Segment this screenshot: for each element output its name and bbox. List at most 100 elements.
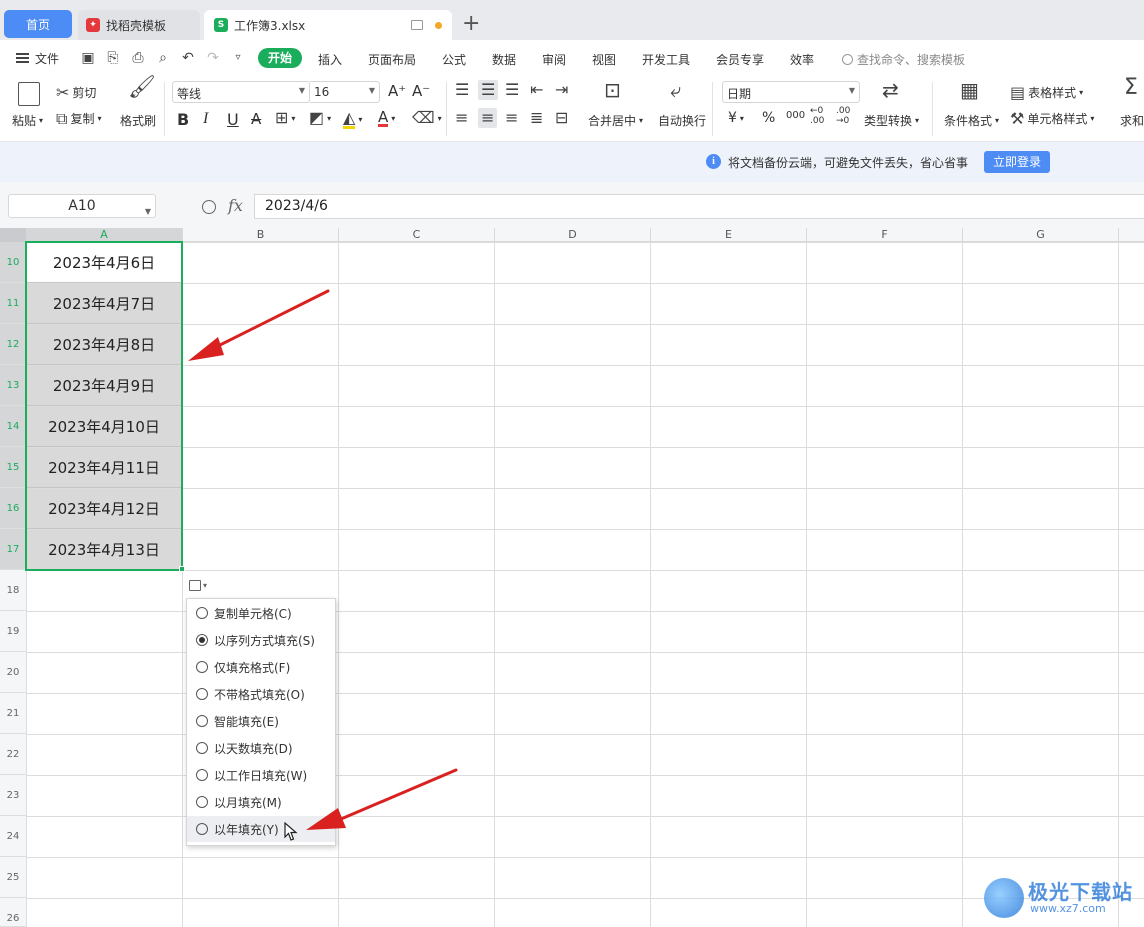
fill-handle[interactable] [179, 566, 185, 572]
merge-center-button[interactable]: 合并居中 ▾ [588, 112, 643, 129]
font-color-button[interactable]: A ▾ [378, 110, 395, 127]
menu-tab-page-layout[interactable]: 页面布局 [368, 51, 416, 68]
autofill-weekdays[interactable]: 以工作日填充(W) [187, 762, 335, 788]
cell-fill-pattern-button[interactable]: ◩ ▾ [309, 110, 331, 126]
file-menu[interactable]: 文件 [16, 50, 59, 67]
column-header-h[interactable] [1119, 228, 1144, 242]
cell-a17[interactable]: 2023年4月13日 [27, 530, 181, 570]
row-header[interactable]: 26 [0, 898, 26, 927]
column-header-a[interactable]: A [26, 228, 183, 242]
row-header[interactable]: 13 [0, 365, 26, 406]
autofill-options-button[interactable]: ▾ [186, 575, 216, 595]
align-left-button[interactable]: ≡ [455, 110, 468, 126]
export-icon[interactable]: ⎘ [105, 50, 121, 66]
formula-input[interactable]: 2023/4/6 [254, 194, 1144, 219]
align-bottom-button[interactable]: ☰ [505, 82, 519, 98]
name-box[interactable]: A10 ▼ [8, 194, 156, 218]
row-header[interactable]: 19 [0, 611, 26, 652]
row-header[interactable]: 23 [0, 775, 26, 816]
menu-tab-data[interactable]: 数据 [492, 51, 516, 68]
type-convert-button[interactable]: 类型转换 ▾ [864, 112, 919, 129]
cut-button[interactable]: ✂ 剪切 [56, 84, 96, 101]
menu-tab-review[interactable]: 审阅 [542, 51, 566, 68]
wrap-text-button[interactable]: 自动换行 [658, 112, 706, 129]
autofill-months[interactable]: 以月填充(M) [187, 789, 335, 815]
wrap-text-icon[interactable]: ⤶ [670, 80, 681, 100]
decrease-decimal-button[interactable]: .00 →0 [836, 106, 858, 126]
row-header[interactable]: 25 [0, 857, 26, 898]
cell-style-button[interactable]: ⚒ 单元格样式 ▾ [1010, 110, 1094, 127]
tab-workbook[interactable]: S 工作簿3.xlsx [204, 10, 452, 40]
tab-docer[interactable]: ✦ 找稻壳模板 [78, 10, 200, 40]
row-header[interactable]: 20 [0, 652, 26, 693]
menu-tab-insert[interactable]: 插入 [318, 51, 342, 68]
clear-button[interactable]: ⌫ ▾ [412, 110, 442, 126]
autofill-series[interactable]: 以序列方式填充(S) [187, 627, 335, 653]
row-header[interactable]: 16 [0, 488, 26, 529]
login-button[interactable]: 立即登录 [984, 151, 1050, 173]
font-size-select[interactable]: 16 ▼ [310, 81, 380, 103]
command-search[interactable]: 查找命令、搜索模板 [842, 51, 965, 68]
row-header[interactable]: 18 [0, 570, 26, 611]
new-tab-plus-icon[interactable]: + [462, 12, 480, 36]
cell-a12[interactable]: 2023年4月8日 [27, 325, 181, 365]
table-style-button[interactable]: ▤ 表格样式 ▾ [1010, 84, 1083, 101]
autofill-copy-cells[interactable]: 复制单元格(C) [187, 600, 335, 626]
cell-a11[interactable]: 2023年4月7日 [27, 284, 181, 324]
row-header[interactable]: 21 [0, 693, 26, 734]
conditional-format-icon[interactable]: ▦ [960, 80, 979, 100]
format-painter-button[interactable]: 格式刷 [120, 112, 156, 129]
menu-tab-efficiency[interactable]: 效率 [790, 51, 814, 68]
print-preview-icon[interactable]: ⌕ [155, 50, 171, 66]
cell-a14[interactable]: 2023年4月10日 [27, 407, 181, 447]
row-header[interactable]: 15 [0, 447, 26, 488]
row-header[interactable]: 14 [0, 406, 26, 447]
menu-tab-view[interactable]: 视图 [592, 51, 616, 68]
column-header-d[interactable]: D [495, 228, 651, 242]
cell-a16[interactable]: 2023年4月12日 [27, 489, 181, 529]
distribute-button[interactable]: ⊟ [555, 110, 568, 126]
cell-a13[interactable]: 2023年4月9日 [27, 366, 181, 406]
row-header[interactable]: 12 [0, 324, 26, 365]
align-top-button[interactable]: ☰ [455, 82, 469, 98]
column-header-c[interactable]: C [339, 228, 495, 242]
format-painter-icon[interactable]: 🖌 [128, 77, 156, 99]
conditional-format-button[interactable]: 条件格式 ▾ [944, 112, 999, 129]
select-all-corner[interactable] [0, 228, 26, 242]
customize-chevron-icon[interactable]: ▿ [230, 50, 246, 66]
cell-a10[interactable]: 2023年4月6日 [27, 243, 181, 283]
autofill-smart[interactable]: 智能填充(E) [187, 708, 335, 734]
number-format-select[interactable]: 日期 ▼ [722, 81, 860, 103]
merge-center-icon[interactable]: ⊡ [604, 80, 621, 100]
column-header-e[interactable]: E [651, 228, 807, 242]
align-center-button[interactable]: ≡ [478, 108, 498, 128]
autofill-without-format[interactable]: 不带格式填充(O) [187, 681, 335, 707]
underline-button[interactable]: U [227, 110, 239, 129]
increase-decimal-button[interactable]: ←0 .00 [810, 106, 832, 126]
column-header-f[interactable]: F [807, 228, 963, 242]
border-button[interactable]: ⊞ ▾ [275, 110, 295, 126]
menu-tab-member[interactable]: 会员专享 [716, 51, 764, 68]
justify-button[interactable]: ≣ [530, 110, 543, 126]
currency-button[interactable]: ¥ ▾ [728, 110, 744, 126]
align-right-button[interactable]: ≡ [505, 110, 518, 126]
strikethrough-button[interactable]: A [251, 110, 261, 128]
autofill-years[interactable]: 以年填充(Y) [187, 816, 335, 842]
row-header[interactable]: 11 [0, 283, 26, 324]
paste-icon[interactable] [18, 82, 40, 106]
bold-button[interactable]: B [177, 110, 189, 129]
fx-icon[interactable]: fx [228, 196, 243, 215]
percent-button[interactable]: % [762, 110, 775, 126]
sum-icon[interactable]: Σ [1124, 77, 1138, 99]
print-icon[interactable]: ⎙ [130, 50, 146, 66]
increase-font-button[interactable]: A⁺ [388, 82, 406, 100]
paste-button[interactable]: 粘贴 ▾ [12, 112, 43, 129]
menu-tab-formula[interactable]: 公式 [442, 51, 466, 68]
thousands-button[interactable]: 000 [786, 110, 805, 121]
fill-color-button[interactable]: ◭ ▾ [343, 110, 362, 129]
row-header[interactable]: 22 [0, 734, 26, 775]
row-header[interactable]: 17 [0, 529, 26, 570]
increase-indent-button[interactable]: ⇥ [555, 82, 568, 98]
undo-icon[interactable]: ↶ [180, 50, 196, 66]
sum-button[interactable]: 求和 [1120, 112, 1144, 129]
